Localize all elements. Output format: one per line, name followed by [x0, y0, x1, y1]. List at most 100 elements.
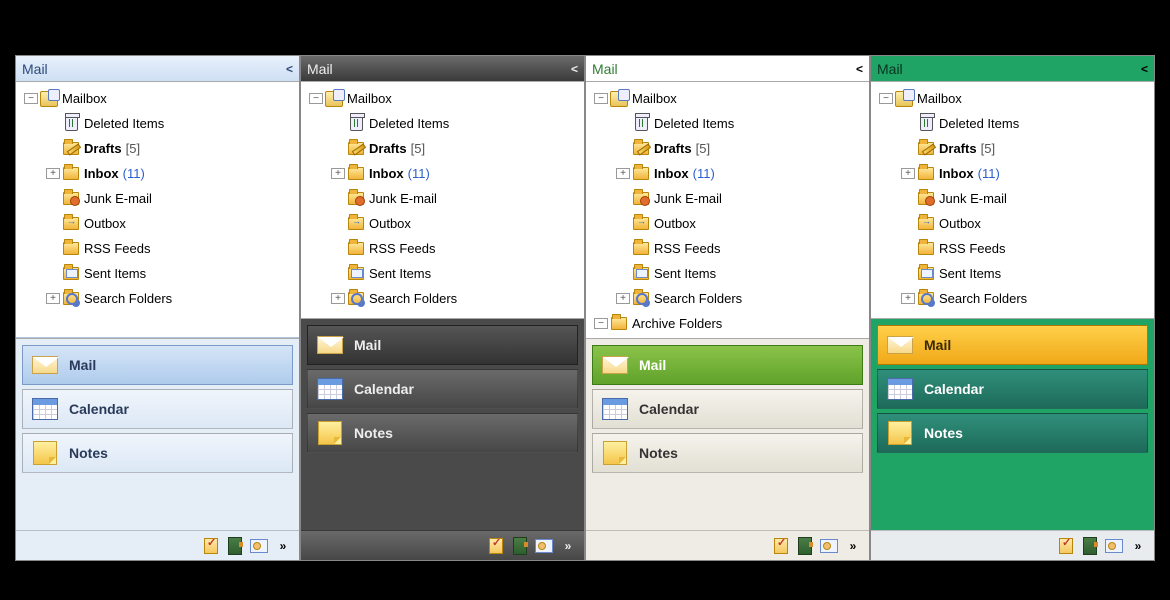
address-book-icon[interactable] [795, 536, 815, 556]
tree-item-drafts[interactable]: Drafts[5] [303, 136, 582, 161]
panel-title: Mail [22, 61, 48, 77]
notes-icon [31, 440, 59, 466]
contact-card-icon[interactable] [819, 536, 839, 556]
nav-calendar[interactable]: Calendar [22, 389, 293, 429]
nav-label: Mail [354, 337, 381, 353]
tree-item-archive[interactable]: −Archive Folders [588, 311, 867, 336]
nav-mail[interactable]: Mail [307, 325, 578, 365]
notes-icon [601, 440, 629, 466]
more-icon[interactable]: » [273, 536, 293, 556]
expand-toggle-icon[interactable]: + [46, 293, 60, 304]
tree-item-outbox[interactable]: Outbox [588, 211, 867, 236]
nav-notes[interactable]: Notes [307, 413, 578, 453]
expand-toggle-icon[interactable]: + [616, 293, 630, 304]
tree-item-inbox[interactable]: +Inbox(11) [873, 161, 1152, 186]
tree-item-inbox[interactable]: +Inbox(11) [588, 161, 867, 186]
address-book-icon[interactable] [510, 536, 530, 556]
collapse-chevron-icon[interactable]: < [286, 62, 293, 76]
tree-item-deleted[interactable]: Deleted Items [588, 111, 867, 136]
tree-item-outbox[interactable]: Outbox [18, 211, 297, 236]
tree-item-drafts[interactable]: Drafts[5] [588, 136, 867, 161]
tree-item-junk[interactable]: Junk E-mail [873, 186, 1152, 211]
tree-item-deleted[interactable]: Deleted Items [303, 111, 582, 136]
tree-item-inbox[interactable]: +Inbox(11) [18, 161, 297, 186]
tree-item-junk[interactable]: Junk E-mail [303, 186, 582, 211]
tree-item-rss[interactable]: RSS Feeds [303, 236, 582, 261]
more-icon[interactable]: » [843, 536, 863, 556]
address-book-icon[interactable] [1080, 536, 1100, 556]
tree-root[interactable]: −Mailbox [588, 86, 867, 111]
clipboard-check-icon[interactable] [201, 536, 221, 556]
tree-item-drafts[interactable]: Drafts[5] [18, 136, 297, 161]
tree-item-sent[interactable]: Sent Items [588, 261, 867, 286]
outbox-icon [62, 215, 80, 233]
nav-mail[interactable]: Mail [592, 345, 863, 385]
tree-item-rss[interactable]: RSS Feeds [18, 236, 297, 261]
contact-card-icon[interactable] [534, 536, 554, 556]
collapse-chevron-icon[interactable]: < [856, 62, 863, 76]
tree-item-search[interactable]: +Search Folders [588, 286, 867, 311]
nav-label: Calendar [924, 381, 984, 397]
clipboard-check-icon[interactable] [771, 536, 791, 556]
tree-item-junk[interactable]: Junk E-mail [18, 186, 297, 211]
footer-toolbar: » [586, 530, 869, 560]
address-book-icon[interactable] [225, 536, 245, 556]
more-icon[interactable]: » [1128, 536, 1148, 556]
collapse-toggle-icon[interactable]: − [594, 318, 608, 329]
tree-item-drafts[interactable]: Drafts[5] [873, 136, 1152, 161]
tree-item-search[interactable]: +Search Folders [18, 286, 297, 311]
tree-item-rss[interactable]: RSS Feeds [588, 236, 867, 261]
panel-header[interactable]: Mail < [871, 56, 1154, 82]
clipboard-check-icon[interactable] [1056, 536, 1076, 556]
tree-item-label: Junk E-mail [369, 191, 437, 206]
panel-header[interactable]: Mail < [586, 56, 869, 82]
expand-toggle-icon[interactable]: + [616, 168, 630, 179]
tree-item-label: Drafts [654, 141, 692, 156]
tree-item-junk[interactable]: Junk E-mail [588, 186, 867, 211]
expand-toggle-icon[interactable]: + [331, 168, 345, 179]
nav-calendar[interactable]: Calendar [877, 369, 1148, 409]
tree-item-sent[interactable]: Sent Items [18, 261, 297, 286]
tree-item-deleted[interactable]: Deleted Items [873, 111, 1152, 136]
tree-item-label: Outbox [84, 216, 126, 231]
nav-calendar[interactable]: Calendar [307, 369, 578, 409]
nav-mail[interactable]: Mail [877, 325, 1148, 365]
tree-item-sent[interactable]: Sent Items [303, 261, 582, 286]
nav-notes[interactable]: Notes [592, 433, 863, 473]
mailbox-icon [610, 90, 628, 108]
collapse-toggle-icon[interactable]: − [594, 93, 608, 104]
tree-item-deleted[interactable]: Deleted Items [18, 111, 297, 136]
expand-toggle-icon[interactable]: + [901, 168, 915, 179]
tree-item-label: Deleted Items [654, 116, 734, 131]
tree-item-search[interactable]: +Search Folders [873, 286, 1152, 311]
panel-header[interactable]: Mail < [16, 56, 299, 82]
panel-header[interactable]: Mail < [301, 56, 584, 82]
tree-root[interactable]: −Mailbox [873, 86, 1152, 111]
contact-card-icon[interactable] [1104, 536, 1124, 556]
nav-label: Calendar [69, 401, 129, 417]
inbox-icon [917, 165, 935, 183]
tree-item-sent[interactable]: Sent Items [873, 261, 1152, 286]
more-icon[interactable]: » [558, 536, 578, 556]
nav-calendar[interactable]: Calendar [592, 389, 863, 429]
collapse-chevron-icon[interactable]: < [571, 62, 578, 76]
tree-item-outbox[interactable]: Outbox [303, 211, 582, 236]
collapse-toggle-icon[interactable]: − [309, 93, 323, 104]
tree-root[interactable]: − Mailbox [18, 86, 297, 111]
contact-card-icon[interactable] [249, 536, 269, 556]
collapse-chevron-icon[interactable]: < [1141, 62, 1148, 76]
expand-toggle-icon[interactable]: + [46, 168, 60, 179]
tree-item-rss[interactable]: RSS Feeds [873, 236, 1152, 261]
clipboard-check-icon[interactable] [486, 536, 506, 556]
nav-notes[interactable]: Notes [877, 413, 1148, 453]
tree-root[interactable]: −Mailbox [303, 86, 582, 111]
nav-mail[interactable]: Mail [22, 345, 293, 385]
expand-toggle-icon[interactable]: + [901, 293, 915, 304]
expand-toggle-icon[interactable]: + [331, 293, 345, 304]
tree-item-search[interactable]: +Search Folders [303, 286, 582, 311]
tree-item-inbox[interactable]: +Inbox(11) [303, 161, 582, 186]
tree-item-outbox[interactable]: Outbox [873, 211, 1152, 236]
collapse-toggle-icon[interactable]: − [24, 93, 38, 104]
collapse-toggle-icon[interactable]: − [879, 93, 893, 104]
nav-notes[interactable]: Notes [22, 433, 293, 473]
